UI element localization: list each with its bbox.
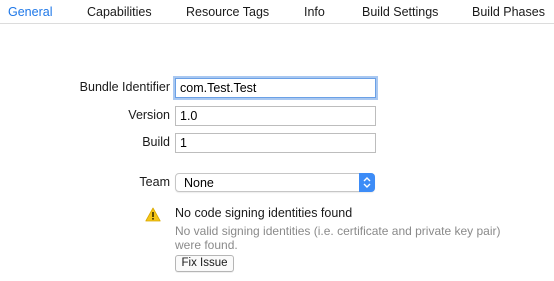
- team-label: Team: [139, 175, 170, 189]
- tab-general[interactable]: General: [8, 3, 52, 21]
- version-label: Version: [128, 108, 170, 122]
- tab-resource-tags[interactable]: Resource Tags: [186, 3, 269, 21]
- bundle-identifier-field[interactable]: [175, 78, 376, 98]
- warning-description: No valid signing identities (i.e. certif…: [175, 224, 501, 252]
- tab-build-settings[interactable]: Build Settings: [362, 3, 438, 21]
- team-popup-value: None: [184, 176, 214, 190]
- team-popup[interactable]: None: [175, 173, 375, 192]
- tab-build-phases[interactable]: Build Phases: [472, 3, 545, 21]
- build-label: Build: [142, 135, 170, 149]
- tab-info[interactable]: Info: [304, 3, 325, 21]
- tab-capabilities[interactable]: Capabilities: [87, 3, 152, 21]
- warning-triangle-icon: [145, 207, 161, 222]
- warning-title: No code signing identities found: [175, 206, 353, 220]
- version-field[interactable]: [175, 106, 376, 126]
- bundle-identifier-label: Bundle Identifier: [79, 80, 170, 94]
- build-field[interactable]: [175, 133, 376, 153]
- tab-bar: General Capabilities Resource Tags Info …: [0, 0, 554, 24]
- chevron-up-down-icon: [359, 173, 375, 192]
- fix-issue-button[interactable]: Fix Issue: [175, 255, 234, 272]
